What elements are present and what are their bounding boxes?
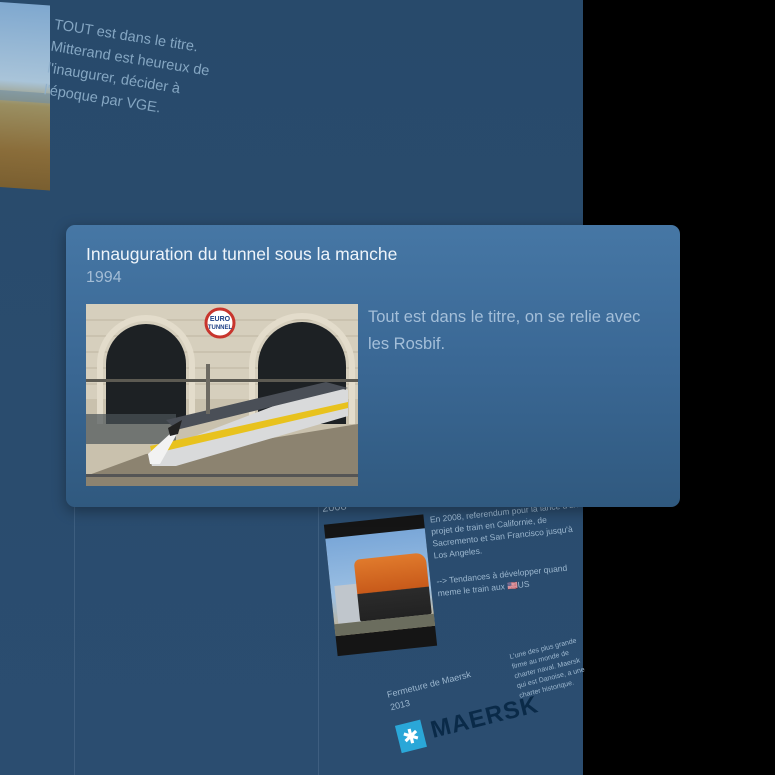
card-2008-photo	[323, 514, 438, 657]
card-title: Innauguration du tunnel sous la manche	[86, 244, 398, 264]
timeline-stage: TOUT est dans le titre. Mitterand est he…	[0, 0, 775, 775]
card-2008-note: --> Tendances à développer quand meme le…	[435, 562, 568, 599]
eurotunnel-logo-top: EURO	[210, 316, 231, 323]
timeline-card-1994[interactable]: Innauguration du tunnel sous la manche 1…	[66, 225, 680, 507]
timeline-card-maersk[interactable]: Fermeture de Maersk 2013 ✱ MAERSK L'une …	[386, 638, 596, 754]
maersk-star-icon: ✱	[394, 719, 427, 754]
timeline-divider	[318, 505, 319, 775]
card-year: 1994	[86, 269, 122, 286]
timeline-divider	[74, 505, 75, 775]
card-description: Tout est dans le titre, on se relie avec…	[368, 308, 641, 353]
background-card-text[interactable]: TOUT est dans le titre. Mitterand est he…	[42, 14, 219, 127]
eurotunnel-scene: EURO TUNNEL	[86, 304, 358, 486]
eurotunnel-photo[interactable]: EURO TUNNEL	[86, 304, 358, 486]
card-2008-body: En 2008, referendum pour la lancé d'un p…	[429, 499, 579, 561]
eurotunnel-logo-bottom: TUNNEL	[208, 325, 233, 331]
